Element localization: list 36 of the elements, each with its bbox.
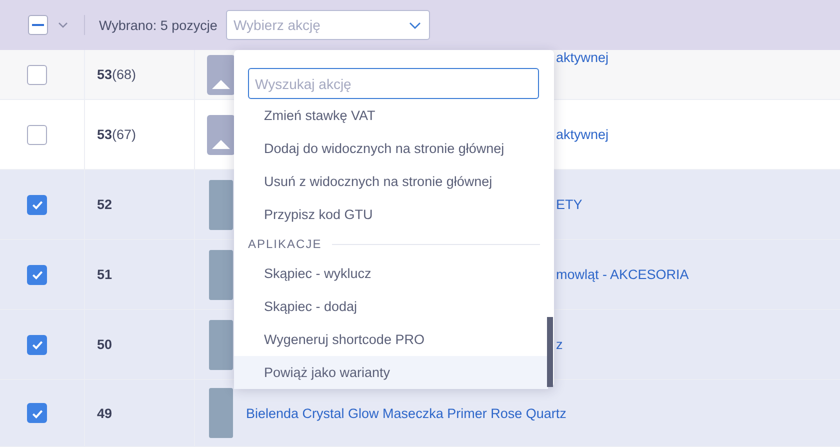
product-name-link[interactable]: aktywnej xyxy=(556,50,609,65)
chevron-down-icon xyxy=(409,22,422,28)
selected-count: Wybrano: 5 pozycje xyxy=(99,18,218,32)
row-checkbox[interactable] xyxy=(27,124,47,144)
action-option[interactable]: Powiąż jako warianty xyxy=(234,356,548,389)
row-checkbox[interactable] xyxy=(27,334,47,354)
select-all-checkbox[interactable] xyxy=(28,15,48,35)
chevron-down-icon[interactable] xyxy=(58,22,68,28)
action-option[interactable]: Zmień stawkę VAT xyxy=(234,99,548,132)
photo-placeholder xyxy=(209,388,233,438)
row-checkbox[interactable] xyxy=(27,264,47,284)
product-id: 52 xyxy=(97,197,112,212)
product-id: 49 xyxy=(97,406,112,420)
photo-placeholder xyxy=(209,250,233,300)
action-option[interactable]: Usuń z widocznych na stronie głównej xyxy=(234,165,548,198)
action-option[interactable]: Dodaj do widocznych na stronie głównej xyxy=(234,132,548,165)
product-id: 53(67) xyxy=(97,127,136,142)
row-checkbox[interactable] xyxy=(27,403,47,423)
action-option[interactable]: Skąpiec - dodaj xyxy=(234,290,548,323)
product-name-link[interactable]: Bielenda Crystal Glow Maseczka Primer Rose Quartz xyxy=(246,406,566,420)
action-option[interactable]: Przypisz kod GTU xyxy=(234,198,548,231)
product-id: 50 xyxy=(97,337,112,352)
product-name-link[interactable]: ETY xyxy=(556,197,582,212)
action-option[interactable]: Wygeneruj shortcode PRO xyxy=(234,323,548,356)
group-header: APLIKACJE xyxy=(248,237,322,251)
row-checkbox[interactable] xyxy=(27,194,47,214)
row-checkbox[interactable] xyxy=(27,64,47,84)
product-name-link[interactable]: mowląt - AKCESORIA xyxy=(556,267,689,282)
action-option[interactable]: Skąpiec - wyklucz xyxy=(234,257,548,290)
product-name-link[interactable]: z xyxy=(556,337,563,352)
product-id: 53(68) xyxy=(97,67,136,82)
photo-placeholder xyxy=(209,320,233,370)
photo-placeholder xyxy=(209,180,233,230)
product-id: 51 xyxy=(97,267,112,282)
product-name-link[interactable]: aktywnej xyxy=(556,127,609,142)
scrollbar[interactable] xyxy=(547,317,553,387)
